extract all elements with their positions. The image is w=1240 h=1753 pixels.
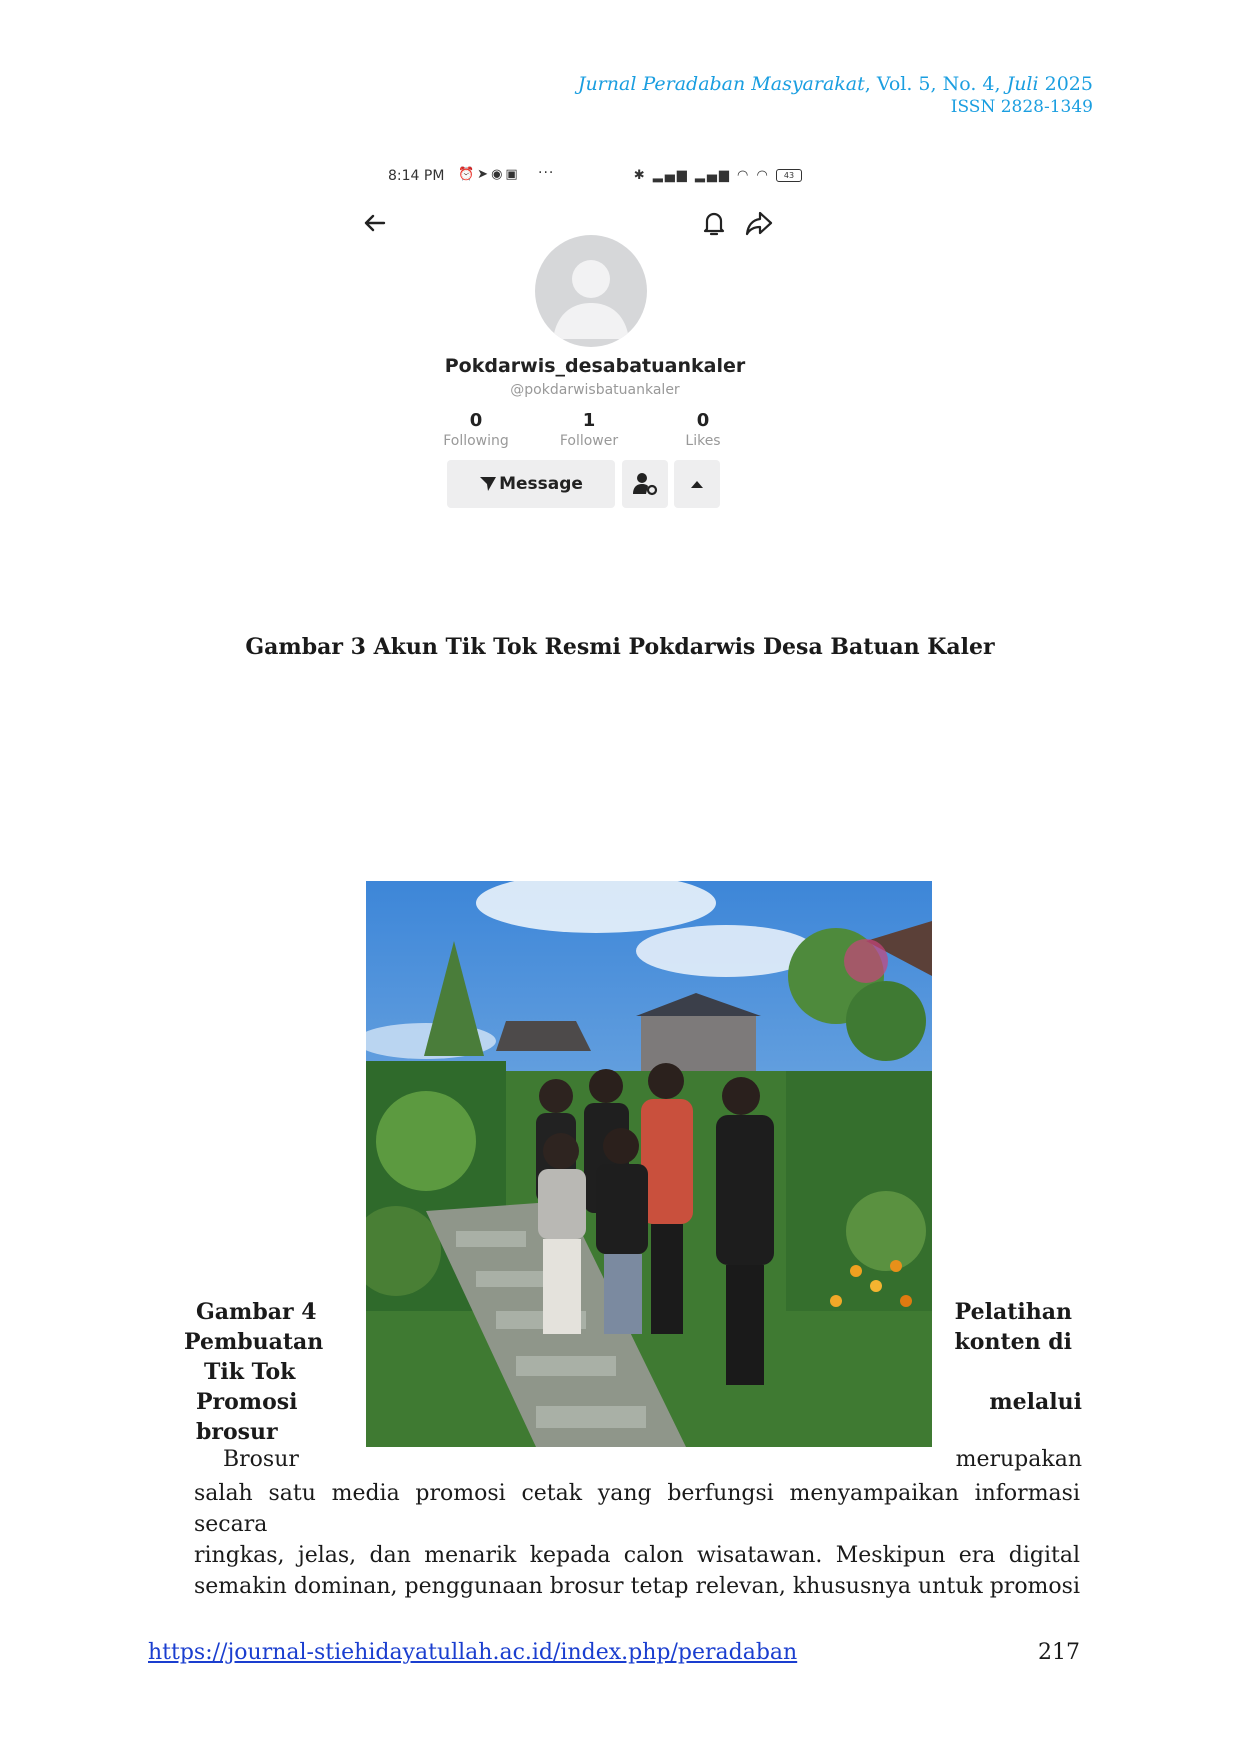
paragraph-line: salah satu media promosi cetak yang berf…	[194, 1481, 1080, 1537]
battery-icon: 43	[776, 169, 802, 182]
stat-likes-label: Likes	[685, 433, 721, 449]
message-button-label: Message	[499, 474, 583, 494]
triangle-up-icon	[691, 481, 703, 488]
paragraph-body: salah satu media promosi cetak yang berf…	[194, 1478, 1080, 1602]
journal-header: Jurnal Peradaban Masyarakat, Vol. 5, No.…	[578, 72, 1093, 118]
paragraph-first-word: Brosur	[223, 1447, 299, 1472]
training-group-photo	[366, 881, 932, 1447]
status-more-icon: ···	[538, 165, 555, 181]
avatar[interactable]	[535, 235, 647, 347]
page-number: 217	[1038, 1640, 1080, 1665]
status-bar: 8:14 PM ⏰➤◉▣ ··· ✱ ▂▄▆ ▂▄▆ ◠ ◠ 43	[388, 165, 802, 188]
default-avatar-icon	[553, 260, 629, 339]
message-button[interactable]: Message	[447, 460, 615, 508]
caption4-right-1: Pelatihan	[954, 1299, 1072, 1325]
caption4-right-2: konten di	[954, 1329, 1072, 1355]
journal-url-link[interactable]: https://journal-stiehidayatullah.ac.id/i…	[148, 1640, 797, 1665]
stat-likes[interactable]: 0 Likes	[658, 410, 748, 450]
caption4-left-4: Promosi	[196, 1389, 298, 1415]
stat-likes-count: 0	[696, 410, 710, 431]
journal-month: Juli	[1006, 73, 1039, 95]
back-arrow-icon[interactable]	[360, 208, 390, 238]
caption4-left-1: Gambar 4	[196, 1299, 317, 1325]
stat-follower[interactable]: 1 Follower	[544, 410, 634, 450]
paragraph-line: ringkas, jelas, dan menarik kepada calon…	[194, 1543, 1080, 1568]
tiktok-profile-screenshot: 8:14 PM ⏰➤◉▣ ··· ✱ ▂▄▆ ▂▄▆ ◠ ◠ 43 Pokdar…	[364, 160, 810, 535]
share-icon[interactable]	[744, 208, 774, 238]
status-signal-icons: ✱ ▂▄▆ ▂▄▆ ◠ ◠ 43	[634, 168, 802, 183]
journal-year: 2025	[1038, 73, 1093, 95]
status-time: 8:14 PM	[388, 168, 445, 184]
caption4-left-3: Tik Tok	[204, 1359, 296, 1385]
caption4-left-2: Pembuatan	[184, 1329, 324, 1355]
stat-following-label: Following	[443, 433, 509, 449]
profile-username: Pokdarwis_desabatuankaler	[444, 355, 746, 377]
paragraph-line: semakin dominan, penggunaan brosur tetap…	[194, 1574, 1080, 1599]
paragraph-first-line-end: merupakan	[955, 1447, 1082, 1472]
caption4-right-3: melalui	[989, 1389, 1082, 1415]
profile-handle: @pokdarwisbatuankaler	[510, 382, 680, 398]
send-icon	[480, 477, 497, 491]
journal-name: Jurnal Peradaban Masyarakat	[577, 73, 865, 95]
journal-issn: ISSN 2828-1349	[950, 97, 1093, 117]
stat-follower-label: Follower	[559, 433, 619, 449]
status-notification-icons: ⏰➤◉▣	[458, 167, 521, 182]
caption4-left-5: brosur	[196, 1419, 278, 1445]
figure-3-caption: Gambar 3 Akun Tik Tok Resmi Pokdarwis De…	[245, 634, 995, 660]
expand-button[interactable]	[674, 460, 720, 508]
stat-following-count: 0	[469, 410, 483, 431]
stat-follower-count: 1	[582, 410, 596, 431]
bell-icon[interactable]	[700, 208, 728, 238]
journal-volume: , Vol. 5, No. 4,	[864, 73, 1007, 95]
stat-following[interactable]: 0 Following	[431, 410, 521, 450]
add-friend-button[interactable]	[622, 460, 668, 508]
person-gear-icon	[633, 473, 658, 496]
